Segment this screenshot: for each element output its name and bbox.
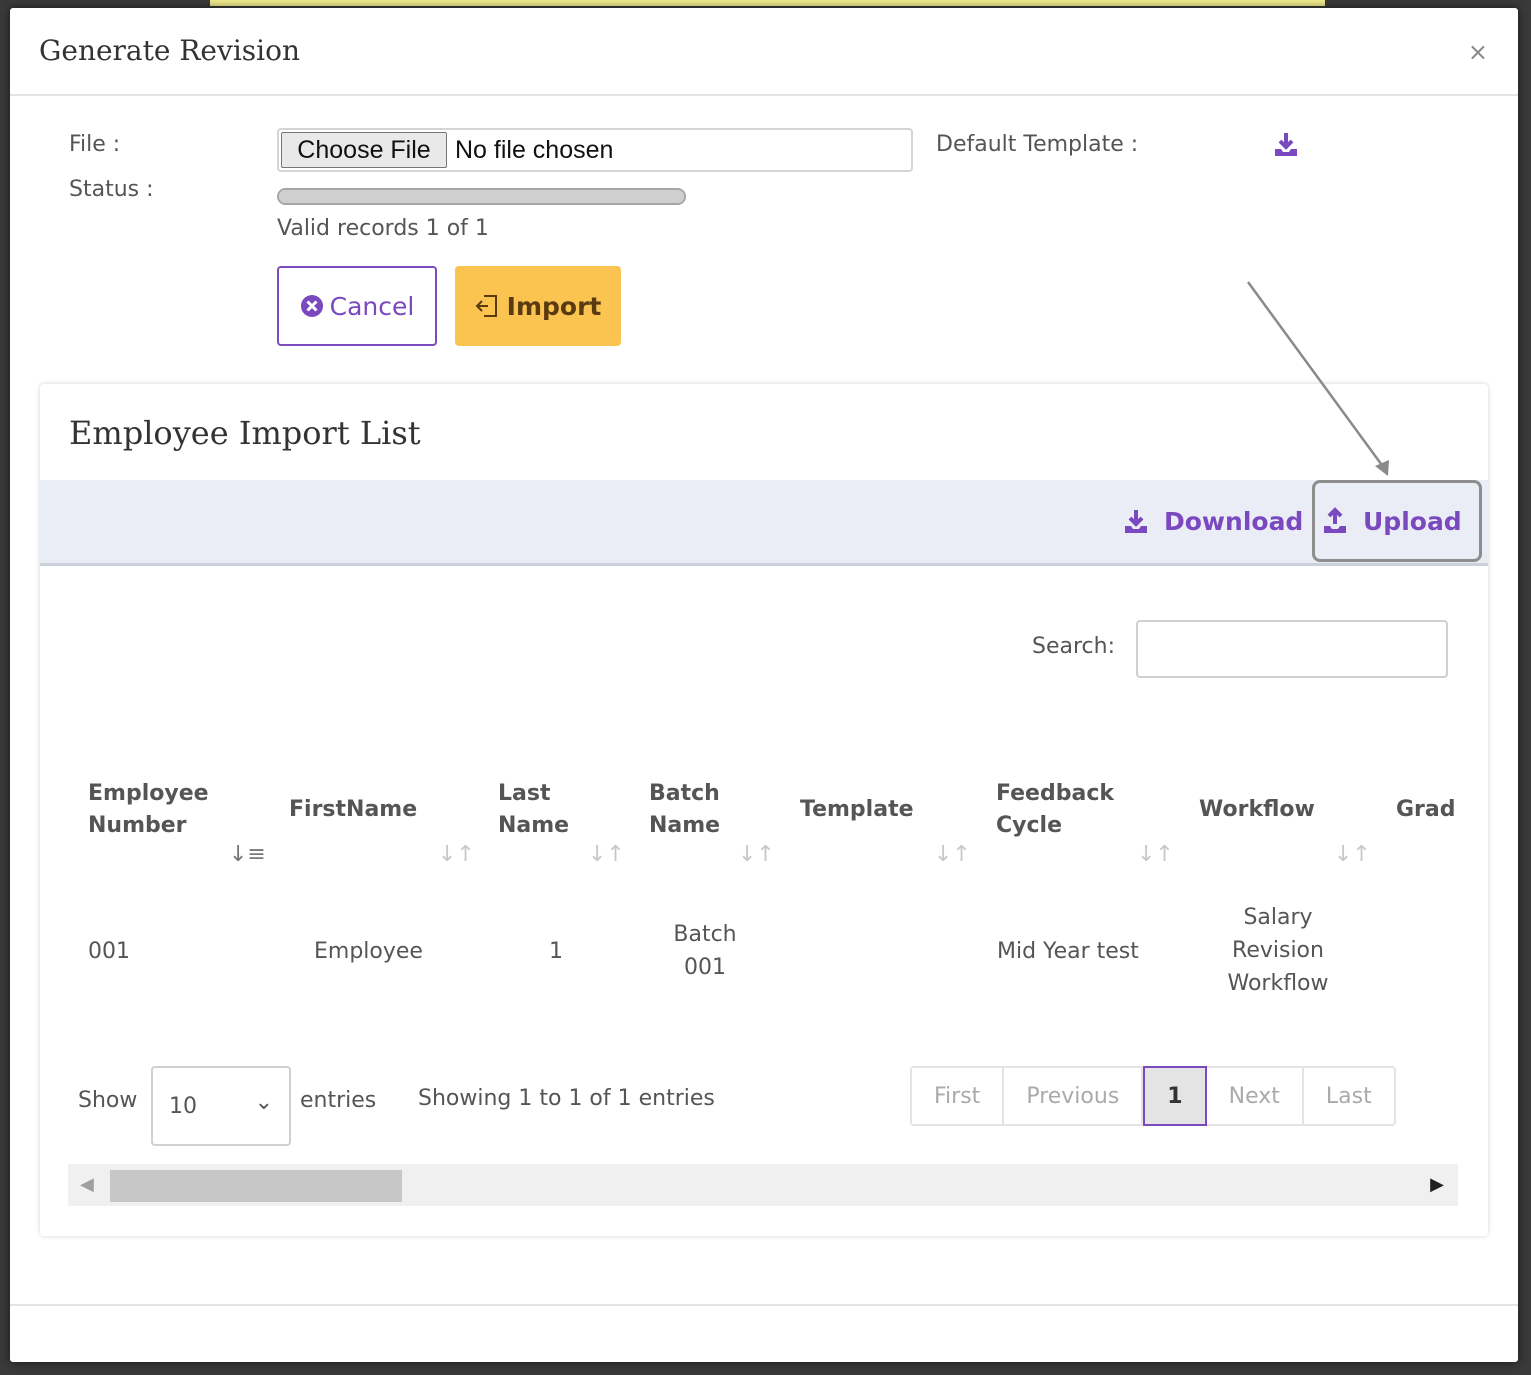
col-employee-number-line1: Employee bbox=[88, 781, 209, 806]
download-icon[interactable] bbox=[1272, 130, 1300, 158]
col-batch-name-line1: Batch bbox=[649, 781, 720, 806]
col-feedback-cycle-line1: Feedback bbox=[996, 781, 1114, 806]
close-button[interactable]: × bbox=[1468, 38, 1488, 66]
import-icon bbox=[475, 295, 497, 317]
upload-label: Upload bbox=[1363, 506, 1462, 536]
cell-workflow: Salary Revision Workflow bbox=[1216, 901, 1340, 1000]
cell-feedback-cycle: Mid Year test bbox=[997, 939, 1139, 964]
cancel-button[interactable]: Cancel bbox=[277, 266, 437, 346]
cell-employee-number: 001 bbox=[88, 939, 130, 964]
col-workflow[interactable]: Workflow bbox=[1199, 794, 1315, 826]
default-template-label: Default Template : bbox=[936, 132, 1139, 157]
import-button[interactable]: Import bbox=[455, 266, 621, 346]
horizontal-scrollbar[interactable]: ◀ ▶ bbox=[68, 1164, 1458, 1206]
col-batch-name-line2: Name bbox=[649, 813, 721, 838]
cell-workflow-line2: Revision bbox=[1232, 938, 1324, 963]
table-toolbar: Download Upload bbox=[40, 480, 1488, 566]
sort-icon[interactable]: ↓↑ bbox=[1137, 842, 1174, 867]
download-label: Download bbox=[1164, 506, 1304, 536]
sort-icon[interactable]: ↓↑ bbox=[1334, 842, 1371, 867]
show-label: Show bbox=[78, 1088, 138, 1113]
col-workflow-line1: Workflow bbox=[1199, 797, 1315, 822]
modal-title: Generate Revision bbox=[39, 34, 300, 67]
col-last-name-line1: Last bbox=[498, 781, 551, 806]
backdrop-highlight bbox=[210, 0, 1325, 6]
card-title: Employee Import List bbox=[69, 414, 421, 452]
status-label: Status : bbox=[69, 177, 154, 202]
col-feedback-cycle[interactable]: Feedback Cycle bbox=[996, 778, 1114, 842]
progress-fill bbox=[279, 190, 684, 203]
table-info: Showing 1 to 1 of 1 entries bbox=[418, 1086, 715, 1111]
modal-header: Generate Revision × bbox=[10, 8, 1518, 96]
status-progress-bar bbox=[277, 188, 686, 205]
sort-icon[interactable]: ↓↑ bbox=[438, 842, 475, 867]
sort-icon[interactable]: ↓↑ bbox=[588, 842, 625, 867]
col-batch-name[interactable]: Batch Name bbox=[649, 778, 720, 842]
download-icon bbox=[1125, 510, 1147, 533]
sort-icon[interactable]: ↓↑ bbox=[934, 842, 971, 867]
col-last-name[interactable]: Last Name bbox=[498, 778, 569, 842]
import-label: Import bbox=[506, 291, 602, 321]
cell-workflow-line1: Salary bbox=[1243, 905, 1313, 930]
col-template[interactable]: Template bbox=[800, 794, 914, 826]
page-last[interactable]: Last bbox=[1304, 1068, 1394, 1124]
col-employee-number-line2: Number bbox=[88, 813, 187, 838]
page-first[interactable]: First bbox=[912, 1068, 1005, 1124]
col-feedback-cycle-line2: Cycle bbox=[996, 813, 1062, 838]
scroll-left-icon[interactable]: ◀ bbox=[80, 1174, 94, 1195]
pagination: First Previous 1 Next Last bbox=[910, 1066, 1396, 1126]
valid-records-text: Valid records 1 of 1 bbox=[277, 216, 489, 241]
cancel-label: Cancel bbox=[329, 291, 415, 321]
col-template-line1: Template bbox=[800, 797, 914, 822]
page-next[interactable]: Next bbox=[1207, 1068, 1304, 1124]
cell-batch-name-line2: 001 bbox=[684, 955, 726, 980]
choose-file-button[interactable]: Choose File bbox=[281, 132, 447, 168]
upload-button[interactable]: Upload bbox=[1312, 480, 1482, 562]
cell-first-name: Employee bbox=[314, 939, 423, 964]
page-length-select[interactable]: 10 ⌄ bbox=[151, 1066, 291, 1146]
employee-import-card: Employee Import List Download Upload Sea… bbox=[40, 384, 1488, 1236]
col-last-name-line2: Name bbox=[498, 813, 570, 838]
chevron-down-icon: ⌄ bbox=[254, 1090, 273, 1115]
cell-workflow-line3: Workflow bbox=[1227, 971, 1329, 996]
cell-last-name: 1 bbox=[549, 939, 563, 964]
cell-batch-name-line1: Batch bbox=[673, 922, 737, 947]
generate-revision-modal: Generate Revision × File : Status : Choo… bbox=[10, 8, 1518, 1362]
modal-footer-divider bbox=[10, 1304, 1518, 1306]
sort-asc-icon[interactable]: ↓≡ bbox=[229, 842, 266, 867]
col-grade[interactable]: Grad bbox=[1396, 794, 1456, 826]
download-button[interactable]: Download bbox=[1122, 494, 1303, 548]
entries-label: entries bbox=[300, 1088, 377, 1113]
page-current[interactable]: 1 bbox=[1143, 1066, 1207, 1126]
file-label: File : bbox=[69, 132, 121, 157]
cell-batch-name: Batch 001 bbox=[660, 918, 750, 984]
col-employee-number[interactable]: Employee Number bbox=[88, 778, 209, 842]
page-length-value: 10 bbox=[169, 1094, 197, 1119]
file-status-text: No file chosen bbox=[455, 136, 614, 164]
col-grade-line1: Grad bbox=[1396, 797, 1456, 822]
sort-icon[interactable]: ↓↑ bbox=[738, 842, 775, 867]
file-input[interactable]: Choose File No file chosen bbox=[277, 128, 913, 172]
page-previous[interactable]: Previous bbox=[1004, 1068, 1144, 1124]
cancel-circle-icon bbox=[300, 295, 323, 317]
search-input[interactable] bbox=[1136, 620, 1448, 678]
col-first-name[interactable]: FirstName bbox=[289, 794, 417, 826]
scrollbar-thumb[interactable] bbox=[110, 1170, 402, 1202]
search-label: Search: bbox=[1032, 634, 1115, 659]
upload-icon bbox=[1324, 507, 1346, 533]
scroll-right-icon[interactable]: ▶ bbox=[1430, 1174, 1444, 1195]
col-first-name-line1: FirstName bbox=[289, 797, 418, 822]
